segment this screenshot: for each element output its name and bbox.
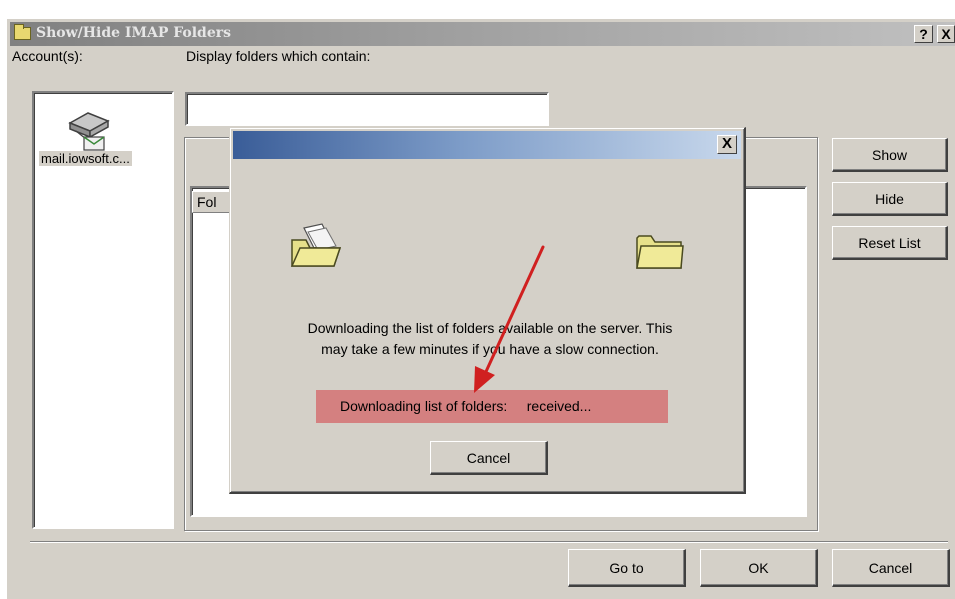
mail-server-icon	[68, 112, 110, 151]
cancel-button[interactable]: Cancel	[832, 549, 950, 587]
show-button[interactable]: Show	[832, 138, 948, 172]
download-status: Downloading list of folders: received...	[316, 390, 668, 423]
account-name: mail.iowsoft.c...	[39, 151, 132, 166]
filter-label: Display folders which contain:	[186, 48, 371, 64]
progress-message: Downloading the list of folders availabl…	[250, 318, 730, 360]
open-folder-with-document-icon	[290, 223, 342, 267]
popup-close-button[interactable]: X	[717, 135, 737, 154]
reset-list-button[interactable]: Reset List	[832, 226, 948, 260]
popup-cancel-button[interactable]: Cancel	[430, 441, 548, 475]
folder-icon	[636, 235, 684, 269]
folder-filter-input[interactable]	[185, 92, 549, 126]
help-button[interactable]: ?	[914, 25, 933, 43]
folder-icon	[14, 24, 31, 40]
hide-button[interactable]: Hide	[832, 182, 948, 216]
popup-title-bar[interactable]: X	[233, 131, 741, 159]
title-bar[interactable]: Show/Hide IMAP Folders ? X	[10, 22, 955, 46]
separator	[30, 541, 948, 543]
accounts-label: Account(s):	[12, 48, 83, 64]
progress-message-line-2: may take a few minutes if you have a slo…	[321, 341, 659, 357]
progress-message-line-1: Downloading the list of folders availabl…	[307, 320, 673, 336]
ok-button[interactable]: OK	[700, 549, 818, 587]
accounts-list[interactable]: mail.iowsoft.c...	[32, 91, 174, 529]
close-button[interactable]: X	[937, 25, 955, 43]
window-title: Show/Hide IMAP Folders	[36, 25, 232, 41]
downloading-folders-dialog: X Downloading the list of folders availa…	[229, 127, 746, 494]
go-to-button[interactable]: Go to	[568, 549, 686, 587]
